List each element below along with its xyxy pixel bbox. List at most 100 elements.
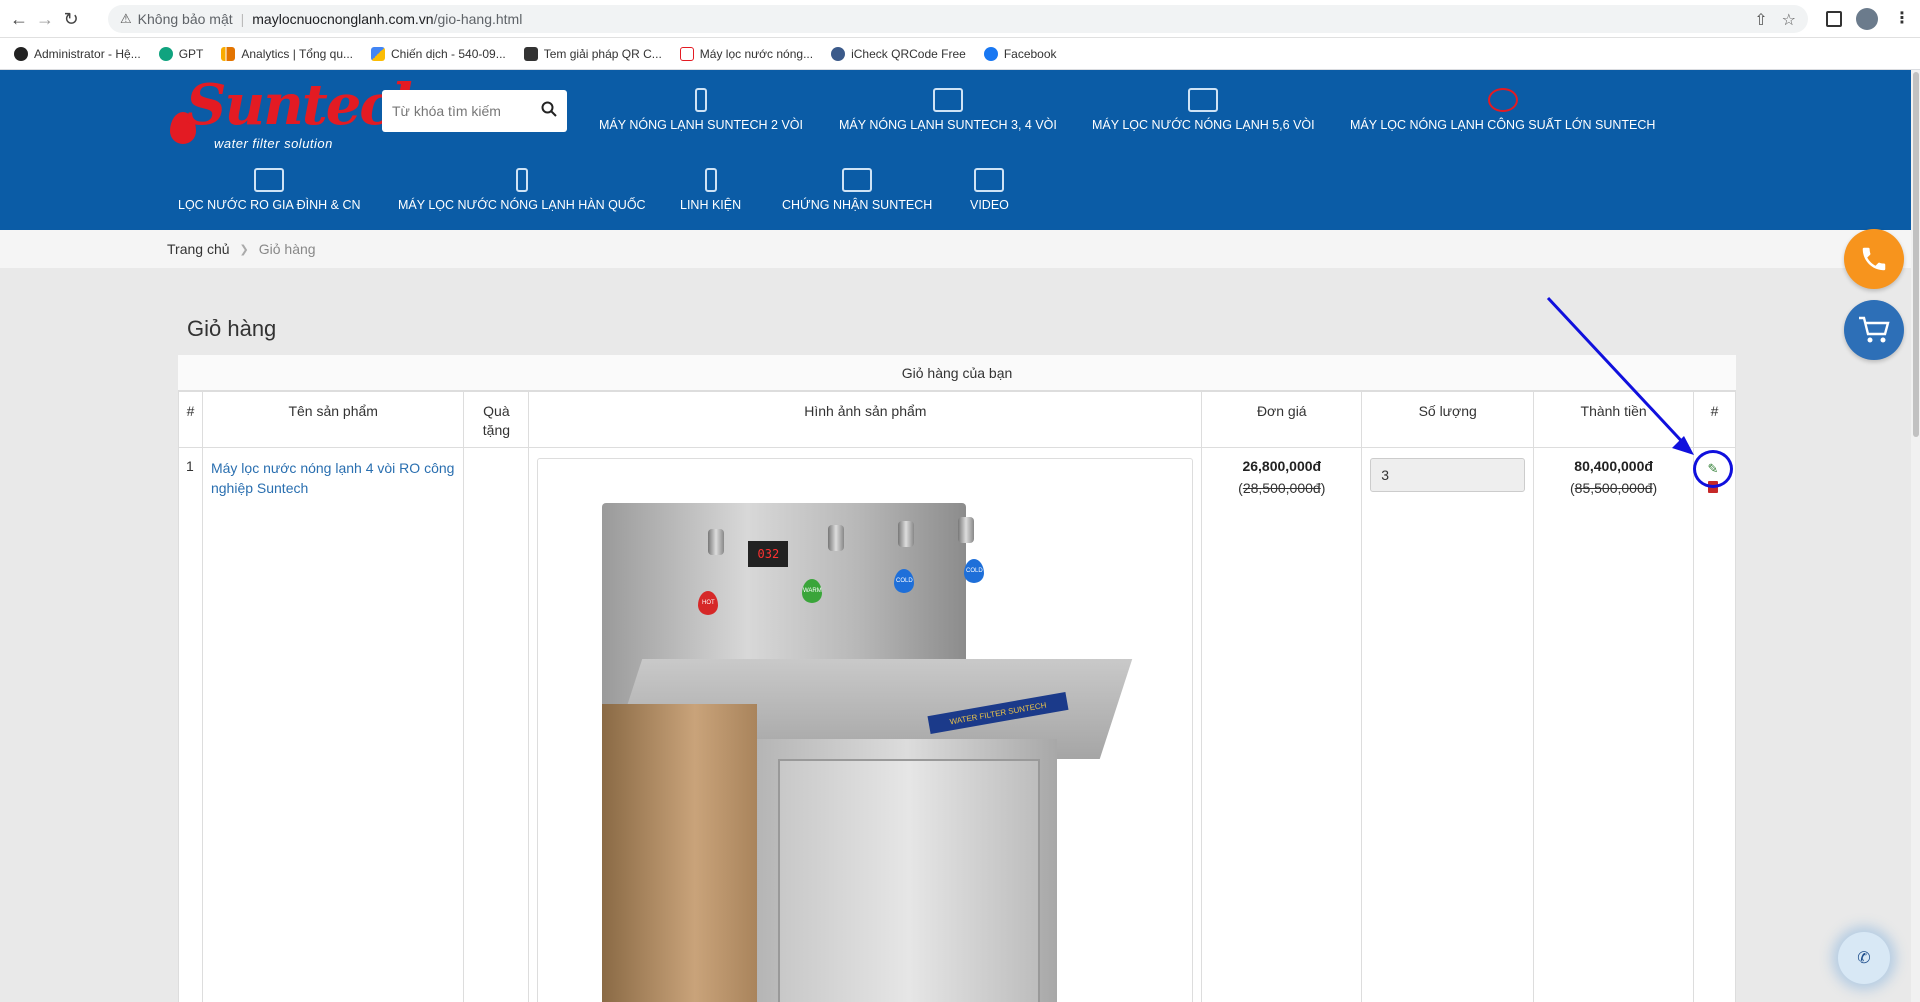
- menu-item-ro-gia-dinh[interactable]: LỌC NƯỚC RO GIA ĐÌNH & CN: [178, 168, 361, 212]
- phone-handset-icon: ✆: [1857, 950, 1871, 967]
- chevron-right-icon: ❯: [239, 243, 249, 256]
- forward-icon[interactable]: →: [34, 8, 56, 30]
- cart-caption: Giỏ hàng của bạn: [178, 355, 1736, 391]
- bookmark-star-icon[interactable]: ☆: [1782, 10, 1796, 30]
- gpt-icon: [158, 46, 173, 61]
- url-text: maylocnuocnonglanh.com.vn/gio-hang.html: [252, 11, 523, 27]
- unit-price-cell: 26,800,000đ (28,500,000đ): [1201, 447, 1363, 1002]
- site-logo[interactable]: Suntech water filter solution: [166, 72, 432, 152]
- breadcrumb-home[interactable]: Trang chủ: [167, 241, 230, 257]
- icheck-icon: [831, 46, 846, 61]
- shopping-cart-icon: [1859, 316, 1890, 343]
- facebook-icon: [983, 46, 998, 61]
- scrollbar-thumb[interactable]: [1913, 72, 1919, 437]
- menu-item-2-voi[interactable]: MÁY NÓNG LẠNH SUNTECH 2 VÒI: [599, 88, 803, 132]
- ads-icon: [371, 46, 385, 61]
- analytics-icon: [221, 46, 236, 61]
- dispenser-side-panel: [602, 704, 758, 1002]
- annotation-circle: [1693, 450, 1733, 488]
- total-price-old: (85,500,000đ): [1570, 480, 1658, 496]
- phone-button[interactable]: [1844, 229, 1904, 289]
- bookmark-item[interactable]: Facebook: [983, 46, 1057, 61]
- suntech-logo-icon: [1487, 88, 1518, 112]
- profile-avatar[interactable]: [1856, 8, 1878, 30]
- row-index: 1: [178, 447, 203, 1002]
- bookmark-item[interactable]: Máy lọc nước nóng...: [679, 46, 813, 61]
- cold-drop-icon: COLD: [964, 559, 985, 583]
- tap-icon: [958, 517, 975, 543]
- tap-icon: [828, 525, 845, 551]
- quantity-cell: [1361, 447, 1535, 1002]
- dispenser-multi-icon: [932, 88, 963, 112]
- product-image-cell: 032 HOT WARM COLD COLD WATER FILTER SUNT…: [528, 447, 1203, 1002]
- column-header: Tên sản phẩm: [201, 391, 465, 448]
- total-cell: 80,400,000đ (85,500,000đ): [1533, 447, 1695, 1002]
- total-price: 80,400,000đ: [1574, 458, 1653, 474]
- menu-item-han-quoc[interactable]: MÁY LỌC NƯỚC NÓNG LẠNH HÀN QUỐC: [398, 168, 646, 212]
- gift-cell: [463, 447, 530, 1002]
- breadcrumb: Trang chủ ❯ Giỏ hàng: [0, 230, 1920, 268]
- bookmark-item[interactable]: Administrator - Hệ...: [14, 46, 141, 61]
- security-label: Không bảo mật: [137, 11, 233, 27]
- column-header: Đơn giá: [1201, 391, 1363, 448]
- tap-icon: [898, 521, 915, 547]
- menu-item-3-4-voi[interactable]: MÁY NÓNG LẠNH SUNTECH 3, 4 VÒI: [839, 88, 1057, 132]
- back-icon[interactable]: ←: [8, 8, 30, 30]
- bookmark-item[interactable]: iCheck QRCode Free: [831, 46, 966, 61]
- logo-tagline: water filter solution: [214, 136, 333, 151]
- warning-icon: ⚠: [120, 11, 132, 26]
- product-name-link[interactable]: Máy lọc nước nóng lạnh 4 vòi RO công ngh…: [211, 460, 454, 496]
- admin-icon: [14, 46, 28, 61]
- cart-button[interactable]: [1844, 300, 1904, 360]
- cart-table: # Tên sản phẩm Quà tặng Hình ảnh sản phẩ…: [178, 391, 1736, 1002]
- menu-item-video[interactable]: VIDEO: [970, 168, 1009, 212]
- breadcrumb-current: Giỏ hàng: [258, 241, 316, 257]
- temperature-display: 032: [748, 541, 789, 567]
- unit-price: 26,800,000đ: [1242, 458, 1322, 474]
- bookmarks-bar: Administrator - Hệ... GPT Analytics | Tổ…: [0, 38, 1920, 70]
- menu-item-chung-nhan[interactable]: CHỨNG NHẬN SUNTECH: [782, 168, 932, 212]
- product-name-cell: Máy lọc nước nóng lạnh 4 vòi RO công ngh…: [201, 447, 465, 1002]
- actions-cell: [1693, 447, 1736, 1002]
- share-icon[interactable]: ⇧: [1754, 10, 1767, 30]
- video-icon: [974, 168, 1005, 192]
- sidepanel-icon[interactable]: [1826, 11, 1842, 27]
- menu-item-cong-suat-lon[interactable]: MÁY LỌC NÓNG LẠNH CÔNG SUẤT LỚN SUNTECH: [1350, 88, 1655, 132]
- bookmark-item[interactable]: Analytics | Tổng qu...: [221, 46, 353, 61]
- bookmark-item[interactable]: Chiến dịch - 540-09...: [371, 46, 506, 61]
- bookmark-item[interactable]: GPT: [158, 46, 203, 61]
- dispenser-door: [778, 759, 1041, 1002]
- menu-kebab-icon[interactable]: ⋮: [1894, 8, 1910, 28]
- suntech-icon: [679, 46, 694, 61]
- address-separator: |: [240, 11, 245, 27]
- table-header-row: # Tên sản phẩm Quà tặng Hình ảnh sản phẩ…: [178, 391, 1736, 448]
- browser-toolbar: ← → ↻ ⚠ Không bảo mật | maylocnuocnongla…: [0, 0, 1920, 38]
- search-box: [382, 90, 567, 132]
- menu-item-linh-kien[interactable]: LINH KIỆN: [680, 168, 741, 212]
- column-header: #: [1693, 391, 1736, 448]
- address-bar[interactable]: ⚠ Không bảo mật | maylocnuocnonglanh.com…: [108, 5, 1808, 33]
- quantity-input[interactable]: [1370, 458, 1526, 492]
- search-input[interactable]: [392, 103, 532, 119]
- column-header: #: [178, 391, 203, 448]
- reload-icon[interactable]: ↻: [60, 8, 82, 30]
- call-widget-button[interactable]: ✆: [1838, 932, 1890, 984]
- filter-cartridge-icon: [515, 168, 528, 192]
- table-row: 1 Máy lọc nước nóng lạnh 4 vòi RO công n…: [178, 447, 1736, 1002]
- page-title: Giỏ hàng: [187, 316, 277, 341]
- menu-item-5-6-voi[interactable]: MÁY LỌC NƯỚC NÓNG LẠNH 5,6 VÒI: [1092, 88, 1315, 132]
- column-header: Quà tặng: [463, 391, 530, 448]
- dispenser-icon: [694, 88, 707, 112]
- search-icon[interactable]: [541, 101, 557, 117]
- product-image[interactable]: 032 HOT WARM COLD COLD WATER FILTER SUNT…: [537, 458, 1194, 1002]
- bookmark-item[interactable]: Tem giải pháp QR C...: [523, 46, 662, 61]
- dispenser-multi-icon: [1188, 88, 1219, 112]
- component-icon: [704, 168, 717, 192]
- certificate-icon: [842, 168, 873, 192]
- column-header: Số lượng: [1361, 391, 1535, 448]
- filter-icon: [254, 168, 285, 192]
- column-header: Thành tiền: [1533, 391, 1695, 448]
- tap-icon: [708, 529, 725, 555]
- phone-icon: [1862, 247, 1886, 271]
- qr-icon: [523, 46, 538, 61]
